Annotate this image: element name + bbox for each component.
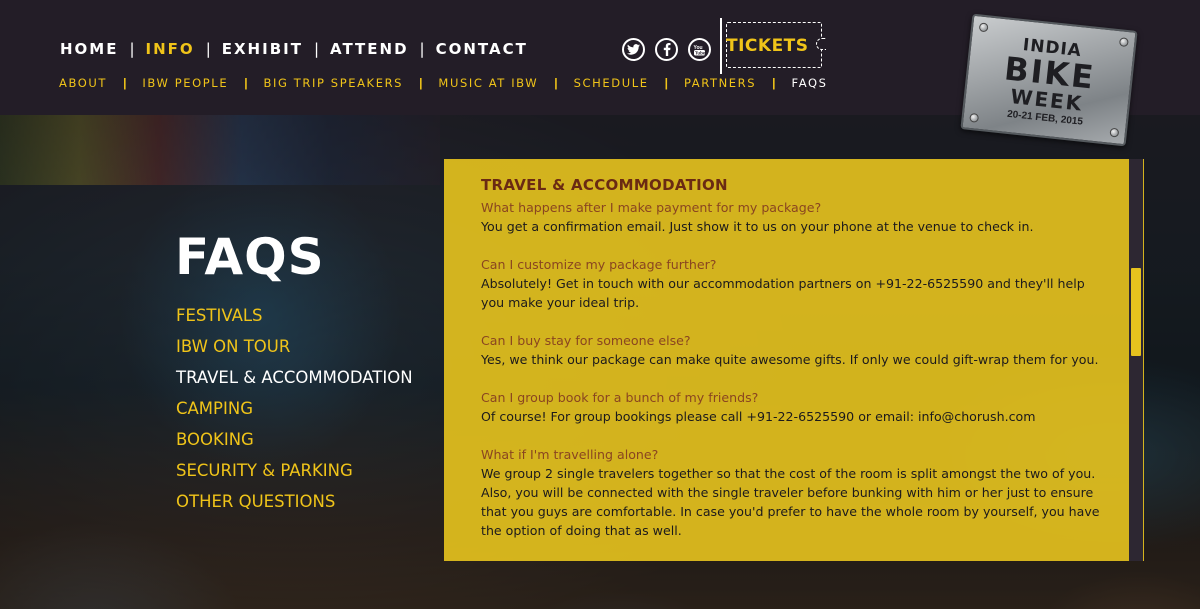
nav-info[interactable]: INFO — [146, 40, 195, 58]
faq-content: TRAVEL & ACCOMMODATION What happens afte… — [481, 176, 1111, 559]
subnav-separator: | — [123, 76, 127, 90]
faq-category-booking[interactable]: BOOKING — [176, 429, 413, 460]
facebook-icon[interactable] — [655, 38, 678, 61]
faq-category-other-questions[interactable]: OTHER QUESTIONS — [176, 491, 413, 522]
subnav-separator: | — [244, 76, 248, 90]
faq-category-camping[interactable]: CAMPING — [176, 398, 413, 429]
nav-separator: | — [205, 40, 211, 58]
faq-answer: You get a confirmation email. Just show … — [481, 219, 1034, 234]
faq-question: What if I'm travelling alone? — [481, 447, 659, 462]
faq-category-travel-accommodation[interactable]: TRAVEL & ACCOMMODATION — [176, 367, 413, 398]
faq-question: Can I buy stay for someone else? — [481, 333, 691, 348]
subnav-partners[interactable]: PARTNERS — [684, 76, 756, 90]
social-links: You Tube — [622, 38, 711, 61]
twitter-icon[interactable] — [622, 38, 645, 61]
subnav-about[interactable]: ABOUT — [59, 76, 107, 90]
main-nav: HOME | INFO | EXHIBIT | ATTEND | CONTACT — [60, 40, 528, 58]
sub-nav: ABOUT | IBW PEOPLE | BIG TRIP SPEAKERS |… — [59, 76, 828, 90]
faq-answer: Absolutely! Get in touch with our accomm… — [481, 276, 1085, 310]
india-bike-week-logo[interactable]: INDIA BIKE WEEK 20-21 FEB, 2015 — [960, 13, 1138, 147]
ticket-notch — [816, 38, 826, 50]
subnav-separator: | — [554, 76, 558, 90]
subnav-faqs[interactable]: FAQS — [792, 76, 828, 90]
nav-contact[interactable]: CONTACT — [436, 40, 528, 58]
svg-text:Tube: Tube — [695, 50, 706, 55]
faq-answer: Yes, we think our package can make quite… — [481, 352, 1099, 367]
faq-question: Can I customize my package further? — [481, 257, 717, 272]
youtube-icon[interactable]: You Tube — [688, 38, 711, 61]
faq-item: Can I group book for a bunch of my frien… — [481, 388, 1111, 426]
nav-exhibit[interactable]: EXHIBIT — [222, 40, 303, 58]
subnav-separator: | — [664, 76, 668, 90]
nav-separator: | — [313, 40, 320, 58]
panel-scrollbar-track[interactable] — [1129, 159, 1143, 561]
tickets-label: TICKETS — [726, 36, 809, 56]
faq-item: Can I customize my package further? Abso… — [481, 255, 1111, 312]
faq-content-panel: TRAVEL & ACCOMMODATION What happens afte… — [444, 159, 1144, 561]
tickets-divider — [720, 18, 722, 74]
faq-item: Can I buy stay for someone else? Yes, we… — [481, 331, 1111, 369]
faq-item: What if I'm travelling alone? We group 2… — [481, 445, 1111, 540]
faq-category-ibw-on-tour[interactable]: IBW ON TOUR — [176, 336, 413, 367]
nav-separator: | — [129, 40, 135, 58]
tickets-button[interactable]: TICKETS — [720, 18, 826, 74]
faq-answer: We group 2 single travelers together so … — [481, 466, 1100, 538]
section-heading: TRAVEL & ACCOMMODATION — [481, 176, 728, 194]
nav-home[interactable]: HOME — [60, 40, 118, 58]
subnav-ibw-people[interactable]: IBW PEOPLE — [142, 76, 228, 90]
faq-question: What happens after I make payment for my… — [481, 200, 822, 215]
subnav-music-at-ibw[interactable]: MUSIC AT IBW — [438, 76, 538, 90]
subnav-separator: | — [772, 76, 776, 90]
faq-category-festivals[interactable]: FESTIVALS — [176, 305, 413, 336]
faq-category-menu: FESTIVALS IBW ON TOUR TRAVEL & ACCOMMODA… — [176, 305, 413, 522]
nav-separator: | — [419, 40, 425, 58]
subnav-schedule[interactable]: SCHEDULE — [574, 76, 649, 90]
faq-item: What happens after I make payment for my… — [481, 198, 1111, 236]
nav-attend[interactable]: ATTEND — [330, 40, 409, 58]
faq-answer: Of course! For group bookings please cal… — [481, 409, 1036, 424]
panel-scrollbar-thumb[interactable] — [1131, 268, 1141, 356]
subnav-separator: | — [419, 76, 423, 90]
subnav-big-trip-speakers[interactable]: BIG TRIP SPEAKERS — [264, 76, 404, 90]
page-title: FAQS — [175, 228, 325, 286]
faq-question: Can I group book for a bunch of my frien… — [481, 390, 759, 405]
faq-category-security-parking[interactable]: SECURITY & PARKING — [176, 460, 413, 491]
